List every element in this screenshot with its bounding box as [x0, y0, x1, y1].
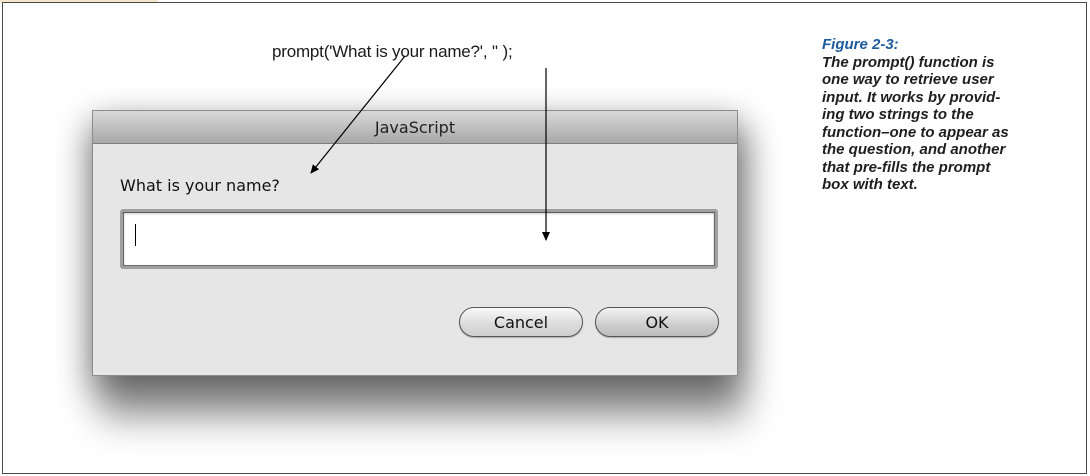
caption-line: ing two strings to the [822, 106, 974, 123]
dialog-title: JavaScript [374, 117, 456, 137]
code-line: prompt('What is your name?', '' ); [272, 42, 513, 61]
ok-button[interactable]: OK [595, 307, 719, 337]
caption-line: one way to retrieve user [822, 71, 994, 88]
figure-caption: Figure 2-3: The prompt() function is one… [822, 36, 1072, 194]
caption-line: The prompt() function is [822, 53, 995, 71]
prompt-dialog: JavaScript What is your name? Cancel OK [92, 110, 738, 376]
caption-line: function–one to appear as [822, 123, 1009, 141]
prompt-question: What is your name? [120, 176, 280, 195]
cancel-button[interactable]: Cancel [459, 307, 583, 337]
caption-line: the question, and another [822, 141, 1006, 158]
caption-line: that pre-fills the prompt [822, 158, 991, 176]
prompt-input[interactable] [120, 209, 718, 269]
caption-line: box with text. [822, 176, 918, 193]
caption-line: input. It works by provid- [822, 88, 1001, 106]
text-caret [135, 224, 136, 246]
dialog-titlebar[interactable]: JavaScript [93, 111, 737, 144]
caption-title: Figure 2-3: [822, 36, 899, 53]
